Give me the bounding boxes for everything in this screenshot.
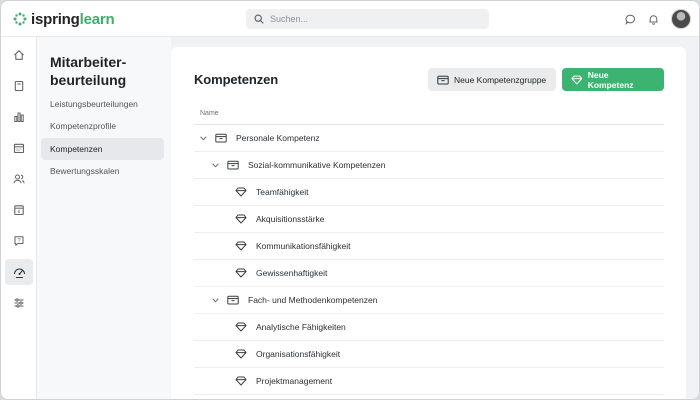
svg-text:?: ? (17, 238, 20, 244)
rail-item-performance[interactable] (5, 259, 33, 285)
app-window: ispringlearn Suchen... ? Mitarbeiter-beu… (0, 0, 700, 400)
tree-row-label: Gewissenhaftigkeit (256, 268, 328, 278)
diamond-icon (234, 213, 248, 225)
page-title: Kompetenzen (194, 72, 279, 87)
chevron-down-icon[interactable] (198, 133, 208, 143)
search-bar[interactable] (246, 9, 489, 29)
rail-item-events[interactable] (5, 197, 33, 223)
column-header-name: Name (200, 110, 219, 117)
users-icon (13, 174, 25, 184)
bar-chart-icon (14, 112, 24, 122)
rail-item-reports[interactable] (5, 104, 33, 130)
tree-row-competency[interactable]: Organisationsfähigkeit (194, 341, 664, 368)
logo[interactable]: ispringlearn (13, 10, 115, 28)
top-bar: ispringlearn (1, 1, 699, 37)
folder-icon (214, 132, 228, 144)
tree-row-competency[interactable]: Analytische Fähigkeiten (194, 314, 664, 341)
tree-row-competency[interactable]: Teamfähigkeit (194, 179, 664, 206)
tree-row-group[interactable]: Fach- und Methodenkompetenzen (194, 287, 664, 314)
diamond-icon (234, 348, 248, 360)
rail-item-calendar[interactable] (5, 135, 33, 161)
chat-icon[interactable] (625, 14, 636, 25)
folder-icon (437, 75, 449, 85)
tree-row-label: Fach- und Methodenkompetenzen (248, 295, 378, 305)
folder-icon (226, 294, 240, 306)
diamond-icon (234, 321, 248, 333)
tree-row-label: Organisationsfähigkeit (256, 349, 341, 359)
calendar-day-icon (14, 205, 24, 216)
new-competency-label: Neue Kompetenz (587, 69, 634, 90)
folder-icon (226, 159, 240, 171)
tree-row-label: Projektmanagement (256, 376, 333, 386)
calendar-icon (13, 143, 25, 154)
diamond-icon (234, 186, 248, 198)
performance-review-icon (13, 268, 25, 278)
diamond-icon (234, 267, 248, 279)
tree-row-label: Personale Kompetenz (236, 133, 320, 143)
sidebar-item-leistungsbeurteilungen[interactable]: Leistungsbeurteilungen (41, 93, 164, 115)
sidebar-item-kompetenzprofile[interactable]: Kompetenzprofile (41, 115, 164, 137)
rail-item-help[interactable]: ? (5, 228, 33, 254)
sidebar-title: Mitarbeiter-beurteilung (50, 54, 127, 88)
home-icon (14, 50, 24, 60)
ispring-logo-icon (13, 12, 27, 26)
top-icons (625, 9, 691, 29)
tree-row-label: Sozial-kommunikative Kompetenzen (248, 160, 386, 170)
tree-row-label: Teamfähigkeit (256, 187, 309, 197)
tree-row-competency[interactable]: Akquisitionsstärke (194, 206, 664, 233)
diamond-icon (234, 240, 248, 252)
bell-icon[interactable] (648, 14, 659, 25)
tree-row-competency[interactable]: Gewissenhaftigkeit (194, 260, 664, 287)
tree-row-label: Akquisitionsstärke (256, 214, 325, 224)
search-input[interactable] (270, 14, 470, 24)
icon-rail: ? (1, 37, 37, 399)
competencies-panel: Kompetenzen Neue Kompetenzgruppe Neue Ko… (171, 47, 686, 399)
rail-item-home[interactable] (5, 42, 33, 68)
search-icon (254, 14, 264, 24)
diamond-icon (571, 75, 583, 84)
avatar[interactable] (671, 9, 691, 29)
tree-row-group[interactable]: Personale Kompetenz (194, 125, 664, 152)
tree-row-competency[interactable]: Kommunikationsfähigkeit (194, 233, 664, 260)
section-sidebar: Mitarbeiter-beurteilung Leistungsbeurtei… (37, 37, 171, 399)
book-icon (14, 80, 24, 92)
rail-item-users[interactable] (5, 166, 33, 192)
chevron-down-icon[interactable] (210, 295, 220, 305)
rail-item-courses[interactable] (5, 73, 33, 99)
new-competency-group-label: Neue Kompetenzgruppe (454, 74, 547, 85)
sidebar-item-bewertungsskalen[interactable]: Bewertungsskalen (41, 160, 164, 182)
sidebar-item-kompetenzen[interactable]: Kompetenzen (41, 138, 164, 160)
settings-sliders-icon (14, 298, 24, 308)
tree-row-competency[interactable]: Projektmanagement (194, 368, 664, 395)
new-competency-group-button[interactable]: Neue Kompetenzgruppe (428, 68, 556, 91)
tree-row-label: Kommunikationsfähigkeit (256, 241, 351, 251)
new-competency-button[interactable]: Neue Kompetenz (562, 68, 664, 91)
chevron-down-icon[interactable] (210, 160, 220, 170)
tree-row-label: Analytische Fähigkeiten (256, 322, 346, 332)
tree-row-group[interactable]: Sozial-kommunikative Kompetenzen (194, 152, 664, 179)
rail-item-settings[interactable] (5, 290, 33, 316)
logo-text: ispringlearn (31, 10, 115, 28)
help-chat-icon: ? (14, 236, 24, 246)
diamond-icon (234, 375, 248, 387)
